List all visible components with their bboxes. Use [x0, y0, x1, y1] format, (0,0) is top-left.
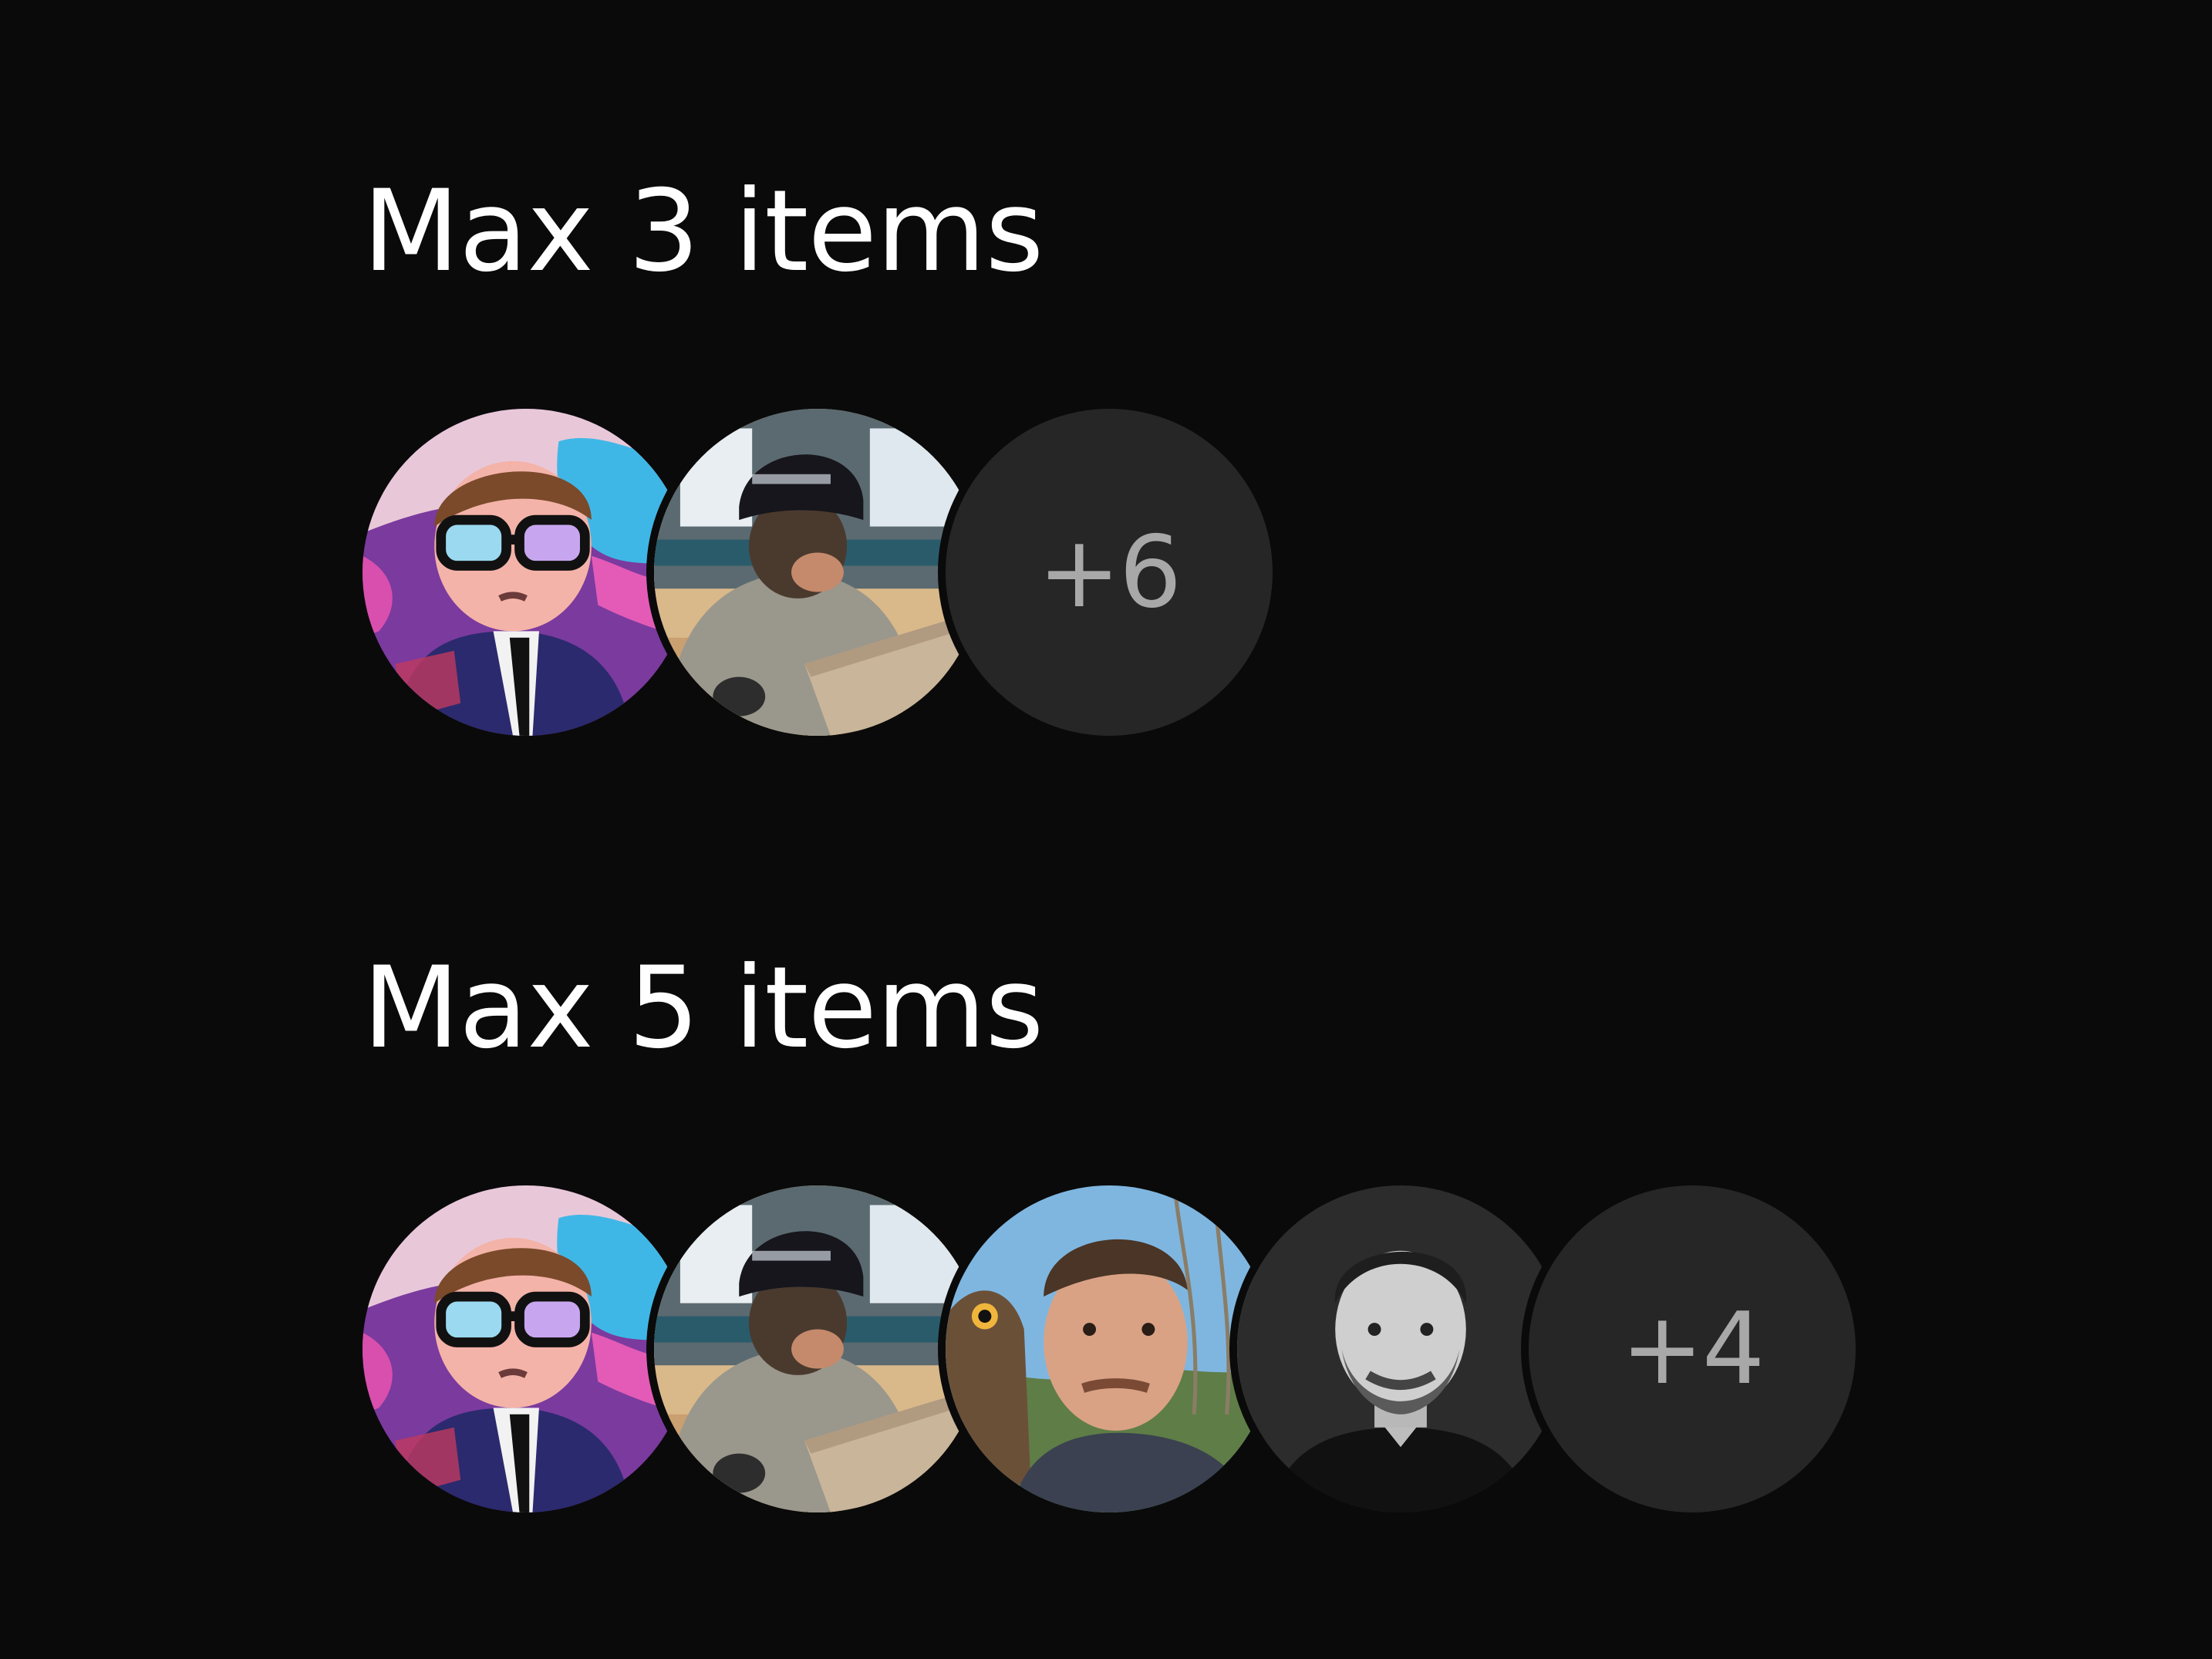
avatar-overflow-count[interactable]: +4 — [1529, 1185, 1856, 1512]
owl-man-avatar-icon — [946, 1185, 1273, 1512]
avatar[interactable] — [654, 1185, 981, 1512]
avatar[interactable] — [362, 1185, 690, 1512]
avatar[interactable] — [362, 409, 690, 736]
avatar-overflow-count[interactable]: +6 — [946, 409, 1273, 736]
avatar-group-section-max-5: Max 5 items +4 — [362, 942, 1856, 1512]
avatar[interactable] — [654, 409, 981, 736]
section-heading: Max 5 items — [362, 942, 1044, 1074]
section-heading: Max 3 items — [362, 166, 1044, 297]
cartoon-avatar-icon — [362, 1185, 690, 1512]
laptop-avatar-icon — [654, 1185, 981, 1512]
avatar[interactable] — [946, 1185, 1273, 1512]
overflow-label: +4 — [1620, 1291, 1765, 1407]
avatar[interactable] — [1237, 1185, 1564, 1512]
bw-portrait-avatar-icon — [1237, 1185, 1564, 1512]
cartoon-avatar-icon — [362, 409, 690, 736]
overflow-label: +6 — [1037, 514, 1182, 630]
laptop-avatar-icon — [654, 409, 981, 736]
avatar-group-section-max-3: Max 3 items +6 — [362, 166, 1273, 736]
